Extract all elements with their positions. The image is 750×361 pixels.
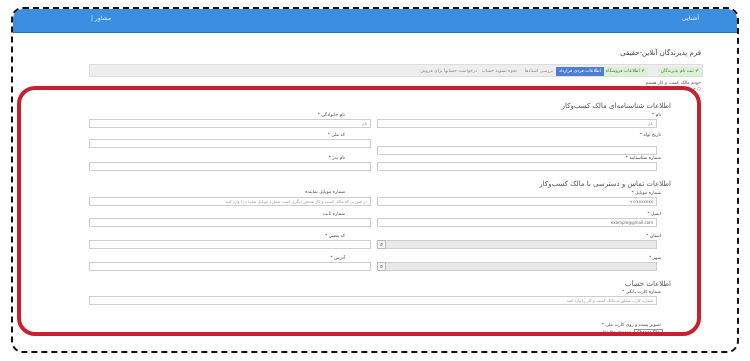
top-navbar: آشنایی مشاور | <box>13 9 737 33</box>
brand-logo-text[interactable]: آشنایی <box>682 15 699 22</box>
wizard-step-settlement[interactable]: نحوه تسویه حساب <box>479 67 520 76</box>
wizard-step-register[interactable]: ✔ ثبت نام پذیرندگان <box>657 67 702 76</box>
wizard-step-store[interactable]: ✔ اطلاعات فروشگاه <box>602 67 648 76</box>
user-menu-link[interactable]: مشاور | <box>91 15 111 22</box>
highlight-annotation-box <box>17 86 701 336</box>
wizard-step-contract[interactable]: اطلاعات فردی قرارداد <box>555 67 604 76</box>
wizard-step-accounts[interactable]: درخواست حسابها برای فروش <box>417 67 480 76</box>
wizard-step-documents[interactable]: بررسی اسنادها <box>522 67 556 76</box>
page-title: فرم پذیرندگان آنلاین-حقیقی <box>620 49 701 57</box>
wizard-steps: ✔ ثبت نام پذیرندگان ✔ اطلاعات فروشگاه اط… <box>89 64 703 77</box>
